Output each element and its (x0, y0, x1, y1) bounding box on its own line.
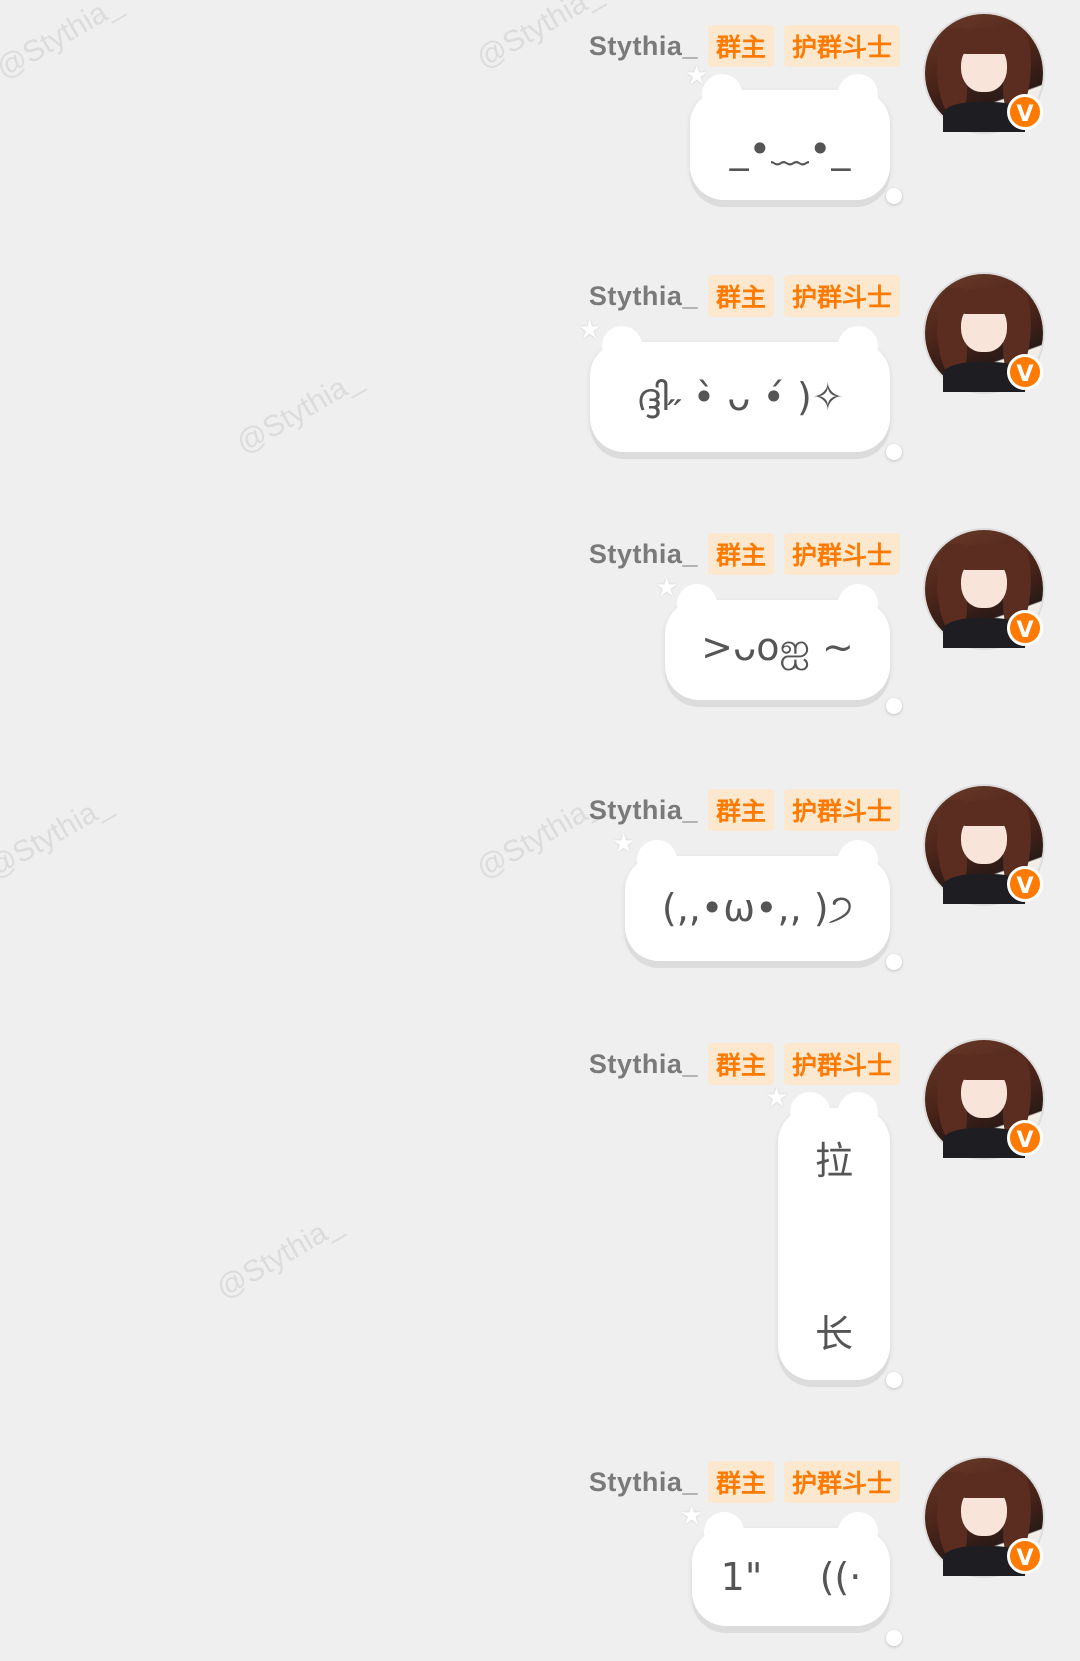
verified-badge-icon: V (1007, 1120, 1043, 1156)
status-dot (886, 698, 902, 714)
verified-badge-icon: V (1007, 610, 1043, 646)
verified-badge-icon: V (1007, 866, 1043, 902)
status-dot (886, 1372, 902, 1388)
message-bubble[interactable]: 1" ((· (692, 1506, 890, 1626)
sender-line: Stythia_ 群主 护群斗士 (589, 1043, 900, 1085)
role-tag-guardian: 护群斗士 (783, 25, 900, 67)
message-bubble[interactable]: _•﹏•_ (690, 68, 890, 200)
sender-line: Stythia_ 群主 护群斗士 (589, 1461, 900, 1503)
message-text-top: 拉 (814, 1139, 853, 1183)
role-tag-guardian: 护群斗士 (783, 789, 900, 831)
message-bubble[interactable]: (,,•ω•,, )੭ (625, 834, 890, 961)
status-dot (886, 954, 902, 970)
star-icon: ★ (765, 1082, 789, 1112)
verified-badge-icon: V (1007, 354, 1043, 390)
user-avatar[interactable]: V (925, 274, 1043, 392)
message-bubble[interactable]: 拉 长 (778, 1086, 890, 1380)
watermark: @Stythia_ (470, 787, 608, 886)
sender-line: Stythia_ 群主 护群斗士 (589, 25, 900, 67)
status-dot (886, 1630, 902, 1646)
sender-name[interactable]: Stythia_ (589, 539, 698, 570)
star-icon: ★ (578, 314, 602, 344)
verified-badge-icon: V (1007, 1538, 1043, 1574)
sender-line: Stythia_ 群主 护群斗士 (589, 533, 900, 575)
role-tag-guardian: 护群斗士 (783, 1461, 900, 1503)
role-tag-owner: 群主 (707, 789, 774, 831)
role-tag-guardian: 护群斗士 (783, 533, 900, 575)
star-icon: ★ (680, 1500, 704, 1530)
star-icon: ★ (655, 572, 679, 602)
role-tag-owner: 群主 (707, 533, 774, 575)
watermark: @Stythia_ (0, 787, 118, 886)
role-tag-owner: 群主 (707, 275, 774, 317)
watermark: @Stythia_ (470, 0, 608, 76)
sender-line: Stythia_ 群主 护群斗士 (589, 275, 900, 317)
verified-badge-icon: V (1007, 94, 1043, 130)
watermark: @Stythia_ (210, 1207, 348, 1306)
role-tag-guardian: 护群斗士 (783, 1043, 900, 1085)
sender-name[interactable]: Stythia_ (589, 795, 698, 826)
user-avatar[interactable]: V (925, 530, 1043, 648)
watermark: @Stythia_ (230, 362, 368, 461)
message-text-bottom: 长 (814, 1312, 853, 1356)
message-bubble[interactable]: ദ്ദി˶ •̀ ᴗ •́ )✧ (590, 320, 890, 452)
user-avatar[interactable]: V (925, 786, 1043, 904)
message-text: >ᴗoஐ ~ (701, 625, 854, 669)
message-text-left: 1" (720, 1555, 763, 1599)
role-tag-owner: 群主 (707, 1461, 774, 1503)
status-dot (886, 444, 902, 460)
status-dot (886, 188, 902, 204)
message-text: (,,•ω•,, )੭ (661, 886, 854, 930)
user-avatar[interactable]: V (925, 1040, 1043, 1158)
user-avatar[interactable]: V (925, 1458, 1043, 1576)
watermark: @Stythia_ (0, 0, 128, 86)
role-tag-guardian: 护群斗士 (783, 275, 900, 317)
message-text: ദ്ദി˶ •̀ ᴗ •́ )✧ (636, 374, 844, 419)
sender-name[interactable]: Stythia_ (589, 1467, 698, 1498)
sender-name[interactable]: Stythia_ (589, 281, 698, 312)
message-bubble[interactable]: >ᴗoஐ ~ (665, 578, 890, 700)
role-tag-owner: 群主 (707, 25, 774, 67)
sender-line: Stythia_ 群主 护群斗士 (589, 789, 900, 831)
sender-name[interactable]: Stythia_ (589, 31, 698, 62)
message-text-right: ((· (819, 1555, 862, 1599)
sender-name[interactable]: Stythia_ (589, 1049, 698, 1080)
star-icon: ★ (612, 828, 636, 858)
role-tag-owner: 群主 (707, 1043, 774, 1085)
message-text: _•﹏•_ (729, 126, 851, 171)
user-avatar[interactable]: V (925, 14, 1043, 132)
